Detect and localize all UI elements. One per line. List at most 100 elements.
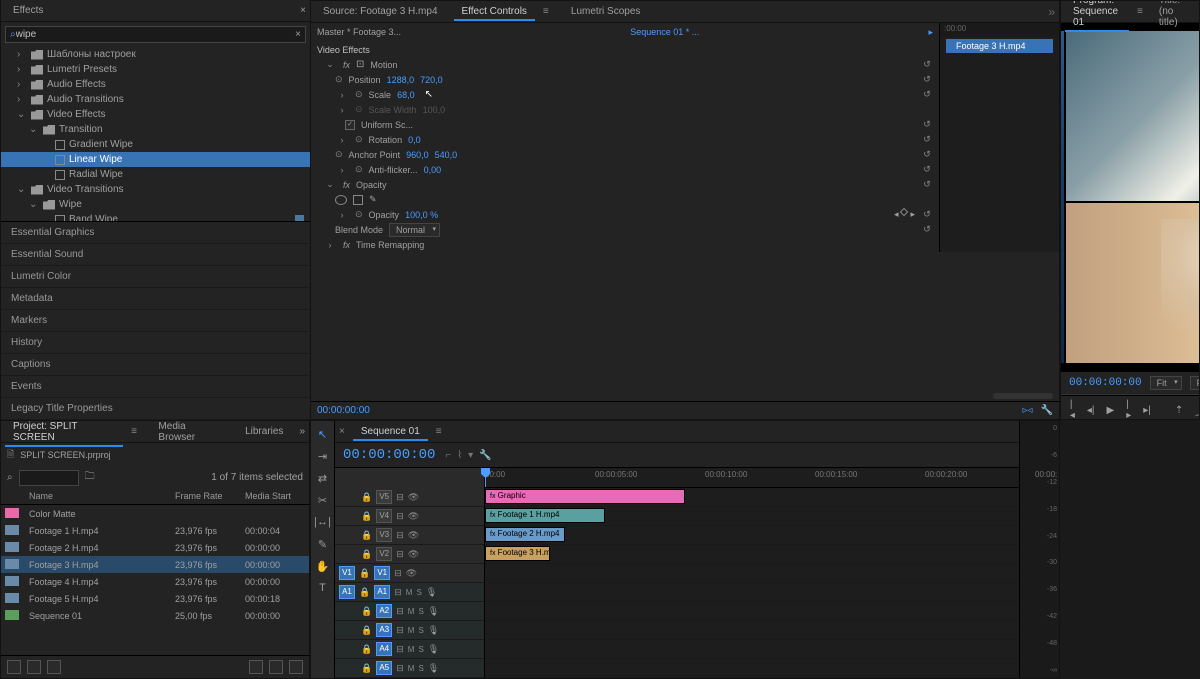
track-target[interactable]: A3 [376, 623, 392, 637]
ripple-edit-tool-icon[interactable]: ⇄ [314, 469, 332, 487]
reset-icon[interactable]: ↺ [921, 74, 933, 86]
add-keyframe-icon[interactable] [900, 208, 908, 216]
lock-icon[interactable]: 🔒 [361, 644, 372, 655]
eye-icon[interactable]: 👁 [408, 530, 419, 541]
reset-icon[interactable]: ↺ [921, 149, 933, 161]
uniform-scale-checkbox[interactable] [345, 120, 355, 130]
video-track-row[interactable]: fx Footage 3 H.mp4 [485, 545, 1019, 564]
effect-controls-tab[interactable]: Effect Controls [454, 3, 535, 20]
scale-value[interactable]: 68,0 [397, 90, 415, 100]
reset-icon[interactable]: ↺ [921, 89, 933, 101]
project-item[interactable]: Footage 1 H.mp423,976 fps00:00:04 [1, 522, 309, 539]
reset-icon[interactable]: ↺ [921, 179, 933, 191]
source-tab[interactable]: Source: Footage 3 H.mp4 [315, 3, 446, 20]
go-to-out-icon[interactable]: ▸| [1143, 402, 1151, 418]
voice-over-icon[interactable]: 🎙 [428, 663, 439, 674]
toggle-icon[interactable]: ▹◃ [1023, 405, 1033, 416]
project-item[interactable]: Color Matte [1, 505, 309, 522]
motion-effect[interactable]: Motion [370, 60, 397, 70]
sync-lock-icon[interactable]: ⊟ [396, 492, 404, 503]
mute-button[interactable]: M [408, 645, 415, 654]
effects-folder[interactable]: ⌄Wipe [1, 197, 310, 212]
video-track-header[interactable]: 🔒V5⊟👁 [335, 488, 484, 507]
voice-over-icon[interactable]: 🎙 [428, 606, 439, 617]
timeline-clip[interactable]: fx Footage 1 H.mp4 [485, 508, 605, 523]
ellipse-mask-icon[interactable] [335, 195, 347, 205]
anchor-y[interactable]: 540,0 [435, 150, 458, 160]
video-track-row[interactable]: fx Footage 1 H.mp4 [485, 507, 1019, 526]
media-browser-tab[interactable]: Media Browser [150, 418, 229, 446]
mute-button[interactable]: M [406, 588, 413, 597]
panel-menu-icon[interactable] [436, 426, 448, 437]
audio-track-header[interactable]: 🔒A3⊟MS🎙 [335, 621, 484, 640]
razor-tool-icon[interactable]: ✂ [314, 491, 332, 509]
source-patch[interactable]: V1 [339, 566, 355, 580]
reset-icon[interactable]: ↺ [921, 164, 933, 176]
video-track-row[interactable] [485, 564, 1019, 583]
snap-icon[interactable]: ⌐ [445, 450, 451, 461]
time-remapping-effect[interactable]: Time Remapping [356, 240, 424, 250]
playhead[interactable] [485, 468, 486, 487]
new-bin-icon[interactable] [249, 660, 263, 674]
effects-folder[interactable]: ⌄Video Transitions [1, 182, 310, 197]
lock-icon[interactable]: 🔒 [359, 587, 370, 598]
audio-track-row[interactable] [485, 583, 1019, 602]
col-name[interactable]: Name [29, 491, 175, 501]
hand-tool-icon[interactable]: ✋ [314, 557, 332, 575]
project-item[interactable]: Footage 4 H.mp423,976 fps00:00:00 [1, 573, 309, 590]
col-start[interactable]: Media Start [245, 491, 305, 501]
close-icon[interactable]: × [300, 5, 306, 16]
track-target[interactable]: A2 [376, 604, 392, 618]
track-target[interactable]: A5 [376, 661, 392, 675]
audio-track-row[interactable] [485, 640, 1019, 659]
eye-icon[interactable]: 👁 [408, 492, 419, 503]
effects-folder[interactable]: ⌄Video Effects [1, 107, 310, 122]
eye-icon[interactable]: 👁 [408, 511, 419, 522]
new-item-icon[interactable] [269, 660, 283, 674]
lock-icon[interactable]: 🔒 [361, 511, 372, 522]
video-track-header[interactable]: V1🔒V1⊟👁 [335, 564, 484, 583]
icon-view-icon[interactable] [27, 660, 41, 674]
clear-search-icon[interactable]: × [295, 29, 301, 40]
settings-icon[interactable]: 🔧 [479, 450, 491, 461]
track-target[interactable]: A1 [374, 585, 390, 599]
reset-icon[interactable]: ↺ [921, 134, 933, 146]
lock-icon[interactable]: 🔒 [359, 568, 370, 579]
next-key-icon[interactable]: ▸ [910, 209, 915, 220]
step-forward-icon[interactable]: |▸ [1126, 402, 1131, 418]
track-target[interactable]: A4 [376, 642, 392, 656]
blend-mode-dropdown[interactable]: Normal [389, 223, 440, 237]
audio-track-header[interactable]: 🔒A2⊟MS🎙 [335, 602, 484, 621]
project-filter-input[interactable] [19, 470, 79, 486]
timeline-timecode[interactable]: 00:00:00:00 [343, 447, 435, 463]
eye-icon[interactable]: 👁 [406, 568, 417, 579]
sequence-tab[interactable]: Sequence 01 [353, 423, 428, 440]
opacity-value[interactable]: 100,0 % [405, 210, 438, 220]
collapsed-panel-tab[interactable]: History [1, 332, 310, 354]
sync-lock-icon[interactable]: ⊟ [396, 625, 404, 636]
collapsed-panel-tab[interactable]: Captions [1, 354, 310, 376]
linked-selection-icon[interactable]: ⌇ [457, 450, 462, 461]
zoom-slider[interactable] [993, 393, 1053, 399]
antiflicker-value[interactable]: 0,00 [424, 165, 442, 175]
panel-menu-icon[interactable] [543, 6, 555, 17]
project-item[interactable]: Footage 5 H.mp423,976 fps00:00:18 [1, 590, 309, 607]
sync-lock-icon[interactable]: ⊟ [396, 549, 404, 560]
fx-badge-icon[interactable]: fx [343, 60, 350, 70]
track-target[interactable]: V4 [376, 509, 392, 523]
track-target[interactable]: V3 [376, 528, 392, 542]
fx-badge-icon[interactable]: fx [343, 180, 350, 190]
project-tab[interactable]: Project: SPLIT SCREEN [5, 418, 123, 446]
effect-item[interactable]: Gradient Wipe [1, 137, 310, 152]
lock-icon[interactable]: 🔒 [361, 549, 372, 560]
position-x[interactable]: 1288,0 [387, 75, 415, 85]
video-track-header[interactable]: 🔒V3⊟👁 [335, 526, 484, 545]
lock-icon[interactable]: 🔒 [361, 663, 372, 674]
effect-item[interactable]: Linear Wipe [1, 152, 310, 167]
sync-lock-icon[interactable]: ⊟ [394, 568, 402, 579]
type-tool-icon[interactable]: T [314, 579, 332, 597]
track-select-tool-icon[interactable]: ⇥ [314, 447, 332, 465]
lumetri-scopes-tab[interactable]: Lumetri Scopes [563, 3, 648, 20]
sync-lock-icon[interactable]: ⊟ [396, 644, 404, 655]
source-patch[interactable]: A1 [339, 585, 355, 599]
